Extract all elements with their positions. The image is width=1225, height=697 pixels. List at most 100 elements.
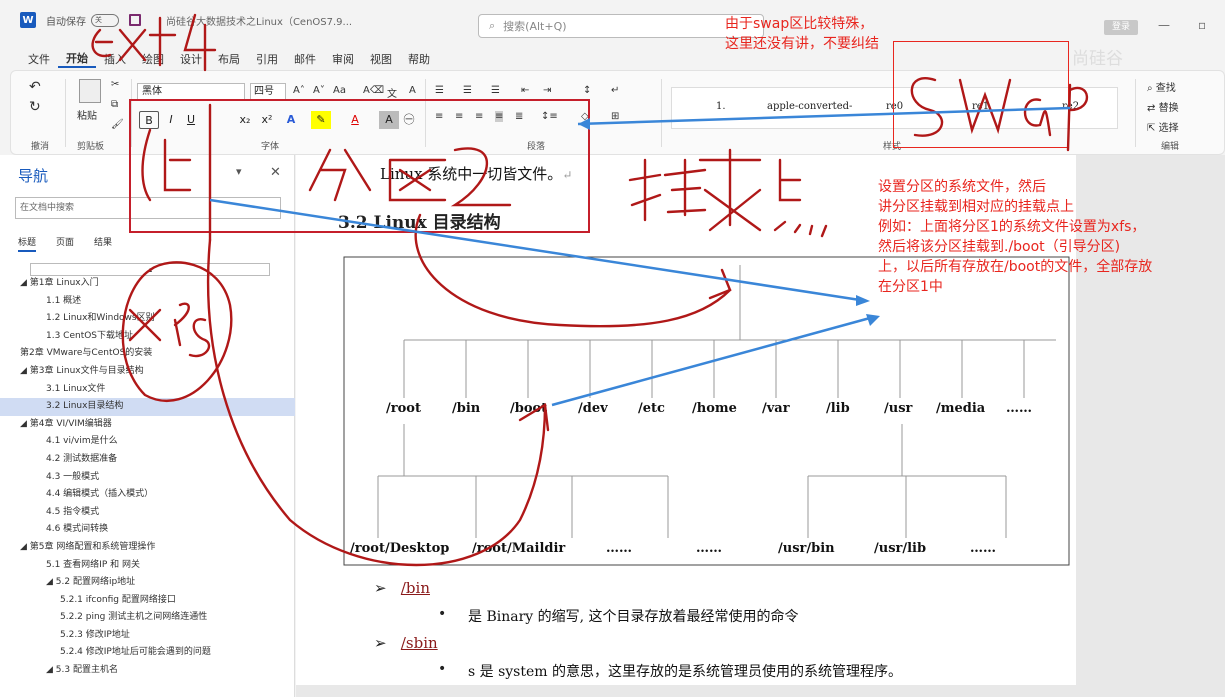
nav-heading-item[interactable]: ◢ 第1章 Linux入门: [0, 275, 295, 293]
dir-more: ……: [1006, 401, 1032, 416]
nav-heading-item[interactable]: 5.2.4 修改IP地址后可能会遇到的问题: [0, 644, 295, 662]
nav-heading-item[interactable]: 5.2.3 修改IP地址: [0, 627, 295, 645]
search-input[interactable]: ⌕ 搜索(Alt+Q): [478, 14, 764, 38]
sort-icon[interactable]: ↕: [583, 85, 591, 96]
nav-heading-item[interactable]: 3.2 Linux目录结构: [0, 398, 295, 416]
redo-icon[interactable]: ↻: [29, 99, 41, 115]
find-button[interactable]: ⌕ 查找: [1147, 79, 1176, 94]
nav-heading-item[interactable]: 4.1 vi/vim是什么: [0, 433, 295, 451]
change-case-icon[interactable]: Aa: [333, 85, 346, 96]
menu-help[interactable]: 帮助: [400, 51, 438, 67]
search-icon: ⌕: [489, 19, 496, 32]
nav-heading-item[interactable]: 4.5 指令模式: [0, 504, 295, 522]
navigation-pane: 导航 ▾ ✕ 在文档中搜索 标题 页面 结果 ▴ ◢ 第1章 Linux入门 1.…: [0, 155, 295, 697]
grow-font-icon[interactable]: A˄: [293, 85, 305, 96]
menu-references[interactable]: 引用: [248, 51, 286, 67]
style-item[interactable]: 1.: [716, 101, 726, 112]
search-placeholder: 搜索(Alt+Q): [503, 20, 567, 33]
autosave-toggle[interactable]: 关: [91, 13, 119, 27]
nav-heading-item[interactable]: 1.2 Linux和Windows区别: [0, 310, 295, 328]
nav-heading-item[interactable]: 5.2.1 ifconfig 配置网络接口: [0, 592, 295, 610]
partition-annotation-box: [129, 99, 590, 233]
nav-heading-item[interactable]: 第2章 VMware与CentOS的安装: [0, 345, 295, 363]
sbin-description: s 是 system 的意思，这里存放的是系统管理员使用的系统管理程序。: [468, 664, 902, 680]
login-button[interactable]: 登录: [1104, 20, 1138, 35]
shrink-font-icon[interactable]: A˅: [313, 85, 325, 96]
menu-view[interactable]: 视图: [362, 51, 400, 67]
nav-heading-item[interactable]: ◢ 第5章 网络配置和系统管理操作: [0, 539, 295, 557]
bullets-icon[interactable]: ☰: [435, 85, 444, 96]
cut-icon[interactable]: ✂: [111, 79, 119, 90]
dir-bin: /bin: [452, 401, 481, 416]
replace-button[interactable]: ⇄ 替换: [1147, 99, 1179, 114]
dir-var: /var: [762, 401, 790, 416]
decrease-indent-icon[interactable]: ⇤: [521, 85, 529, 96]
multilevel-list-icon[interactable]: ☰: [491, 85, 500, 96]
nav-heading-item[interactable]: 3.1 Linux文件: [0, 381, 295, 399]
paste-icon[interactable]: [79, 79, 101, 103]
increase-indent-icon[interactable]: ⇥: [543, 85, 551, 96]
nav-heading-item[interactable]: 1.3 CentOS下载地址: [0, 328, 295, 346]
bullet-icon: •: [438, 661, 447, 677]
menu-home[interactable]: 开始: [58, 50, 96, 68]
nav-heading-item[interactable]: 4.2 测试数据准备: [0, 451, 295, 469]
dir-more: ……: [606, 541, 632, 556]
copy-icon[interactable]: ⧉: [111, 99, 118, 110]
find-label: 查找: [1155, 83, 1176, 94]
minimize-icon[interactable]: —: [1158, 18, 1170, 32]
replace-icon: ⇄: [1147, 103, 1156, 114]
nav-tabs: 标题 页面 结果: [18, 235, 112, 252]
select-icon: ⇱: [1147, 123, 1156, 134]
nav-heading-item[interactable]: 5.2.2 ping 测试主机之间网络连通性: [0, 609, 295, 627]
menu-file[interactable]: 文件: [20, 51, 58, 67]
bin-description: 是 Binary 的缩写, 这个目录存放着最经常使用的命令: [468, 609, 799, 625]
dir-root: /root: [386, 401, 421, 416]
borders-icon[interactable]: ⊞: [611, 111, 619, 122]
clear-format-icon[interactable]: A⌫: [363, 85, 384, 96]
swap-note: 由于swap区比较特殊， 这里还没有讲，不要纠结: [725, 16, 879, 52]
menu-draw[interactable]: 绘图: [134, 51, 172, 67]
phonetic-icon[interactable]: 文: [387, 85, 397, 100]
nav-heading-item[interactable]: 5.1 查看网络IP 和 网关: [0, 557, 295, 575]
nav-heading-item[interactable]: ◢ 5.3 配置主机名: [0, 662, 295, 680]
dir-home: /home: [692, 401, 737, 416]
edit-group-label: 编辑: [1161, 142, 1180, 152]
nav-heading-item[interactable]: 4.6 模式间转换: [0, 521, 295, 539]
nav-heading-item[interactable]: 4.3 一般模式: [0, 469, 295, 487]
numbering-icon[interactable]: ☰: [463, 85, 472, 96]
dir-root-desktop: /root/Desktop: [350, 541, 450, 556]
select-button[interactable]: ⇱ 选择: [1147, 119, 1179, 134]
paste-button[interactable]: 粘贴: [77, 107, 97, 122]
nav-heading-list: ◢ 第1章 Linux入门 1.1 概述 1.2 Linux和Windows区别 1.…: [0, 275, 295, 680]
dir-root-maildir: /root/Maildir: [472, 541, 566, 556]
style-item[interactable]: apple-converted-: [767, 101, 852, 112]
watermark: 尚硅谷: [1072, 49, 1123, 69]
undo-icon[interactable]: ↶: [29, 79, 41, 95]
sbin-heading: ➢ /sbin: [374, 634, 438, 652]
menu-layout[interactable]: 布局: [210, 51, 248, 67]
clipboard-group-label: 剪贴板: [77, 142, 105, 152]
nav-heading-item[interactable]: ◢ 第4章 VI/VIM编辑器: [0, 416, 295, 434]
show-marks-icon[interactable]: ↵: [611, 85, 619, 96]
menu-insert[interactable]: 插入: [96, 51, 134, 67]
dir-dev: /dev: [578, 401, 608, 416]
nav-heading-item[interactable]: 4.4 编辑模式（插入模式）: [0, 486, 295, 504]
tab-pages[interactable]: 页面: [56, 235, 74, 252]
menu-review[interactable]: 审阅: [324, 51, 362, 67]
char-border-icon[interactable]: A: [409, 85, 416, 96]
dir-boot: /boot: [510, 401, 548, 416]
nav-heading-item[interactable]: 1.1 概述: [0, 293, 295, 311]
dir-lib: /lib: [826, 401, 850, 416]
autosave[interactable]: 自动保存 关: [46, 13, 119, 28]
nav-heading-item[interactable]: ◢ 第3章 Linux文件与目录结构: [0, 363, 295, 381]
menu-mailings[interactable]: 邮件: [286, 51, 324, 67]
dir-etc: /etc: [638, 401, 665, 416]
format-painter-icon[interactable]: 🖌: [111, 119, 124, 130]
dir-usr-lib: /usr/lib: [874, 541, 927, 556]
save-icon[interactable]: [129, 14, 141, 26]
nav-heading-item[interactable]: ◢ 5.2 配置网络ip地址: [0, 574, 295, 592]
tab-headings[interactable]: 标题: [18, 235, 37, 252]
tab-results[interactable]: 结果: [94, 235, 112, 252]
restore-icon[interactable]: ▫: [1198, 18, 1206, 32]
menu-design[interactable]: 设计: [172, 51, 210, 67]
